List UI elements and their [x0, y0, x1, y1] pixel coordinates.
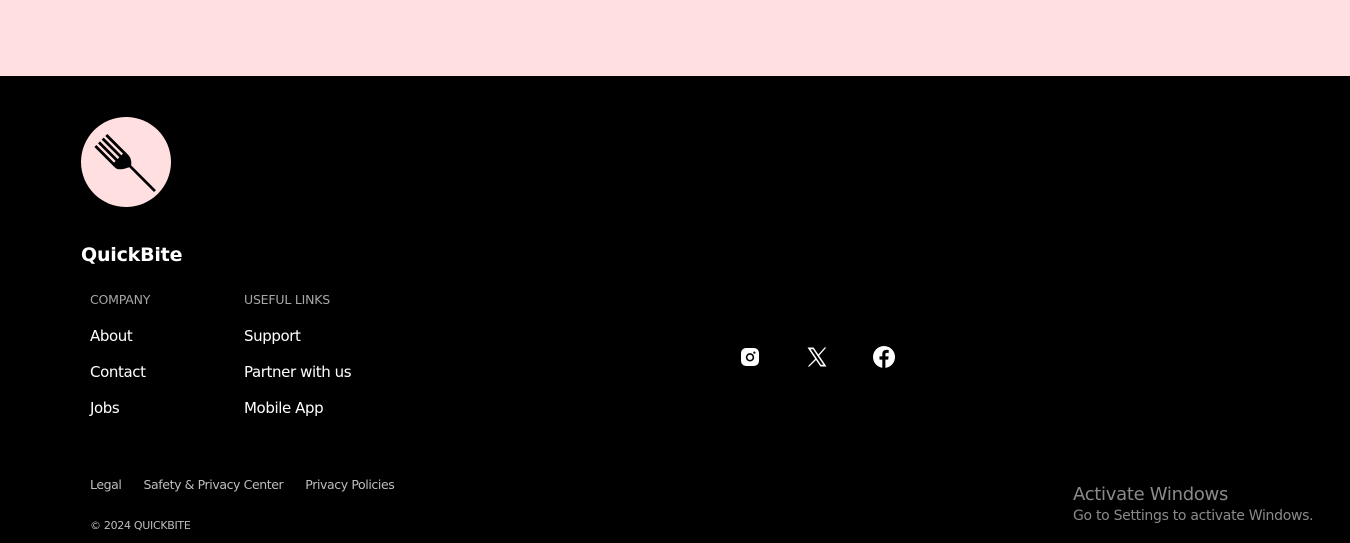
partner-with-us-link[interactable]: Partner with us — [244, 362, 352, 382]
company-links-column: COMPANY About Contact Jobs — [90, 292, 150, 434]
safety-privacy-center-link[interactable]: Safety & Privacy Center — [144, 477, 284, 493]
instagram-link[interactable] — [738, 345, 762, 369]
top-section-band — [0, 0, 1350, 76]
watermark-subtitle: Go to Settings to activate Windows. — [1073, 508, 1314, 524]
privacy-policies-link[interactable]: Privacy Policies — [305, 477, 394, 493]
contact-link[interactable]: Contact — [90, 362, 150, 382]
jobs-link[interactable]: Jobs — [90, 398, 150, 418]
brand-name: QuickBite — [81, 244, 183, 266]
company-heading: COMPANY — [90, 292, 151, 307]
facebook-link[interactable] — [872, 345, 896, 369]
about-link[interactable]: About — [90, 326, 150, 346]
facebook-icon — [873, 346, 895, 368]
x-link[interactable] — [805, 345, 829, 369]
site-footer — [0, 76, 1350, 543]
mobile-app-link[interactable]: Mobile App — [244, 398, 351, 418]
useful-links-heading: USEFUL LINKS — [244, 292, 330, 307]
support-link[interactable]: Support — [244, 326, 351, 346]
x-icon — [807, 347, 827, 367]
legal-link[interactable]: Legal — [90, 477, 122, 493]
instagram-icon — [741, 348, 759, 366]
useful-links-column: USEFUL LINKS Support Partner with us Mob… — [244, 292, 352, 434]
brand-logo[interactable] — [81, 117, 171, 207]
social-links — [738, 345, 896, 369]
fork-icon — [94, 133, 156, 192]
windows-activation-watermark: Activate Windows Go to Settings to activ… — [1073, 484, 1314, 525]
copyright-text: © 2024 QUICKBITE — [90, 519, 191, 532]
watermark-title: Activate Windows — [1073, 484, 1229, 505]
legal-links-row: Legal Safety & Privacy Center Privacy Po… — [90, 477, 416, 493]
